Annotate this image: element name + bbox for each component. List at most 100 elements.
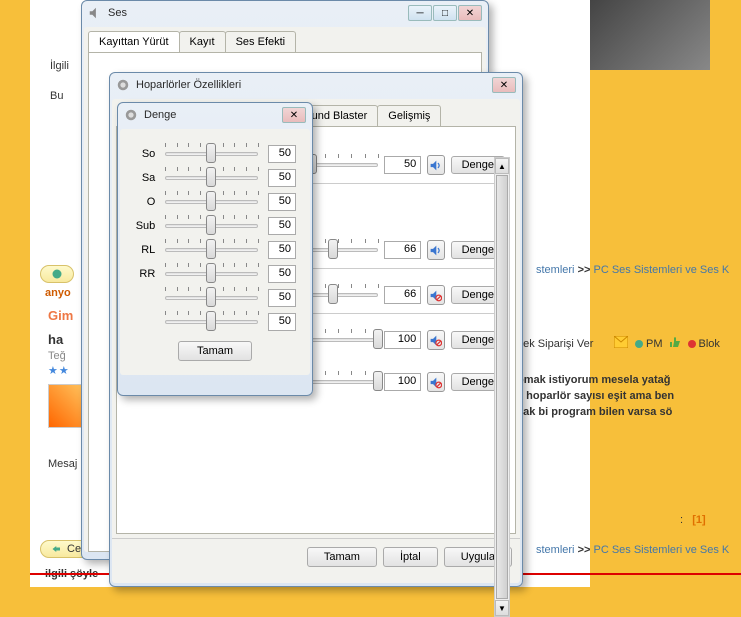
close-button[interactable]: ✕ [458, 5, 482, 21]
maximize-button[interactable]: □ [433, 5, 457, 21]
balance-value[interactable]: 50 [268, 193, 296, 211]
breadcrumb-b-2[interactable]: PC Ses Sistemleri ve Ses K [594, 544, 730, 556]
mute-icon[interactable] [427, 372, 444, 392]
speaker-active-icon[interactable] [427, 155, 444, 175]
text-te: Teğ [48, 350, 66, 362]
window-title: Denge [144, 109, 282, 121]
balance-slider[interactable] [165, 217, 257, 235]
balance-channel-row: 50 [134, 289, 296, 307]
text-mesaj: Mesaj [48, 458, 77, 470]
text-ha: ha [48, 332, 63, 347]
level-value[interactable]: 66 [384, 241, 422, 259]
balance-value[interactable]: 50 [268, 313, 296, 331]
tab-record[interactable]: Kayıt [179, 31, 226, 52]
slider-thumb[interactable] [206, 143, 216, 163]
window-title: Hoparlörler Özellikleri [136, 79, 492, 91]
balance-slider[interactable] [165, 169, 257, 187]
post-line-2: e hoparlör sayısı eşit ama ben [517, 390, 674, 402]
tabs: Kayıttan Yürüt Kayıt Ses Efekti [84, 27, 486, 52]
page-colon: : [1] [680, 514, 706, 526]
tab-effects[interactable]: Ses Efekti [225, 31, 297, 52]
scroll-thumb[interactable] [496, 175, 508, 599]
slider-thumb[interactable] [373, 329, 383, 349]
slider-thumb[interactable] [206, 167, 216, 187]
slider-thumb[interactable] [206, 215, 216, 235]
breadcrumb-b[interactable]: PC Ses Sistemleri ve Ses K [594, 264, 730, 276]
pm-link[interactable]: PM [634, 338, 663, 350]
balance-channel-label: So [134, 148, 155, 160]
stars: ★★ [48, 364, 70, 377]
balance-value[interactable]: 50 [268, 217, 296, 235]
balance-channel-row: RR 50 [134, 265, 296, 283]
balance-slider[interactable] [165, 289, 257, 307]
dialog-buttons: Tamam İptal Uygula [112, 538, 520, 575]
balance-value[interactable]: 50 [268, 169, 296, 187]
balance-slider[interactable] [165, 313, 257, 331]
titlebar[interactable]: Ses ─ □ ✕ [82, 1, 488, 25]
balance-slider[interactable] [165, 145, 257, 163]
mute-icon[interactable] [427, 330, 444, 350]
balance-value[interactable]: 50 [268, 265, 296, 283]
balance-channel-label: O [134, 196, 155, 208]
slider-thumb[interactable] [328, 239, 338, 259]
balance-slider[interactable] [165, 241, 257, 259]
text-gim: Gim [48, 308, 73, 323]
breadcrumb-a-2[interactable]: stemleri [536, 544, 575, 556]
balance-window: Denge ✕ So 50 Sa 50 O 50 Sub 50 RL 50 RR 50 50 50 Tam… [117, 102, 313, 396]
balance-channel-label: RL [134, 244, 155, 256]
mail-icon[interactable] [614, 336, 628, 351]
block-link[interactable]: Blok [687, 338, 720, 350]
text-anyo: anyo [45, 287, 71, 299]
balance-value[interactable]: 50 [268, 241, 296, 259]
close-button[interactable]: ✕ [282, 107, 306, 123]
level-value[interactable]: 50 [384, 156, 422, 174]
slider-thumb[interactable] [206, 239, 216, 259]
titlebar[interactable]: Hoparlörler Özellikleri ✕ [110, 73, 522, 97]
slider-thumb[interactable] [206, 191, 216, 211]
window-title: Ses [108, 7, 408, 19]
balance-channel-label: Sa [134, 172, 155, 184]
mute-icon[interactable] [427, 285, 444, 305]
breadcrumb-a[interactable]: stemleri [536, 264, 575, 276]
balance-channel-row: O 50 [134, 193, 296, 211]
text-ilgili: İlgili [50, 60, 69, 72]
thumb-icon[interactable] [669, 336, 681, 351]
balance-channel-label: Sub [134, 220, 155, 232]
ok-button[interactable]: Tamam [307, 547, 377, 567]
tab-playback[interactable]: Kayıttan Yürüt [88, 31, 180, 52]
balance-body: So 50 Sa 50 O 50 Sub 50 RL 50 RR 50 50 50 Tamam [120, 129, 310, 375]
balance-channel-row: Sa 50 [134, 169, 296, 187]
level-value[interactable]: 100 [384, 373, 422, 391]
slider-thumb[interactable] [373, 371, 383, 391]
speaker-icon [88, 6, 102, 20]
slider-thumb[interactable] [328, 284, 338, 304]
balance-slider[interactable] [165, 265, 257, 283]
minimize-button[interactable]: ─ [408, 5, 432, 21]
tab-advanced[interactable]: Gelişmiş [377, 105, 441, 126]
slider-thumb[interactable] [206, 287, 216, 307]
slider-thumb[interactable] [206, 311, 216, 331]
text-siparis: nek Siparişi Ver [517, 338, 593, 350]
ok-button[interactable]: Tamam [178, 341, 252, 361]
scroll-up-button[interactable]: ▲ [495, 158, 509, 174]
speaker-active-icon[interactable] [427, 240, 444, 260]
text-bu: Bu [50, 90, 63, 102]
slider-thumb[interactable] [206, 263, 216, 283]
balance-channel-row: So 50 [134, 145, 296, 163]
balance-channel-label: RR [134, 268, 155, 280]
balance-slider[interactable] [165, 193, 257, 211]
pill-button[interactable] [40, 265, 74, 283]
balance-channel-row: 50 [134, 313, 296, 331]
post-line-3: cak bi program bilen varsa sö [517, 406, 672, 418]
balance-value[interactable]: 50 [268, 145, 296, 163]
scroll-down-button[interactable]: ▼ [495, 600, 509, 616]
balance-value[interactable]: 50 [268, 289, 296, 307]
level-value[interactable]: 100 [384, 331, 422, 349]
cancel-button[interactable]: İptal [383, 547, 438, 567]
close-button[interactable]: ✕ [492, 77, 516, 93]
action-icons: PM Blok [614, 336, 720, 351]
titlebar[interactable]: Denge ✕ [118, 103, 312, 127]
balance-channel-row: RL 50 [134, 241, 296, 259]
scrollbar[interactable]: ▲ ▼ [494, 157, 510, 617]
level-value[interactable]: 66 [384, 286, 422, 304]
